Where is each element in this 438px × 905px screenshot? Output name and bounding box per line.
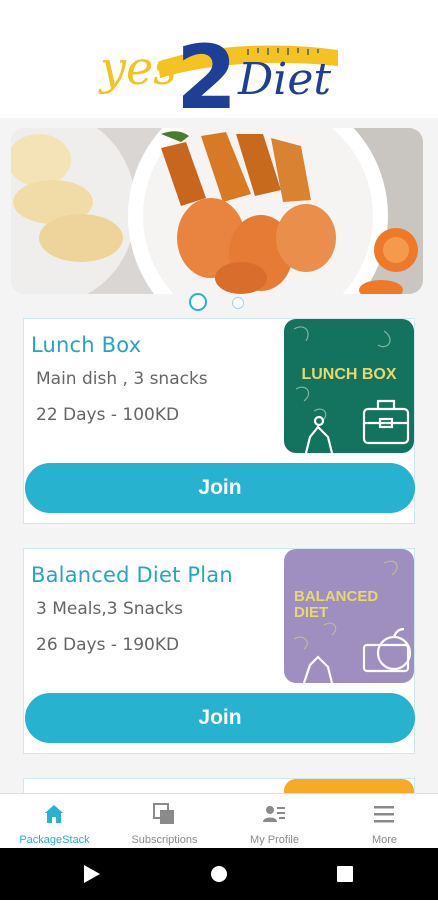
logo-diet-text: Diet: [237, 54, 331, 105]
package-image-balanced-diet: BALANCED DIET: [284, 549, 414, 683]
tab-label: Subscriptions: [131, 834, 198, 846]
app-header: yes 2 Diet: [0, 0, 438, 119]
carousel-slide-image[interactable]: [11, 128, 423, 294]
tab-packagestack[interactable]: PackageStack: [0, 794, 109, 849]
package-description: 3 Meals,3 Snacks: [36, 599, 183, 619]
yes2diet-logo: yes 2 Diet: [98, 26, 338, 114]
back-icon[interactable]: [84, 865, 100, 883]
balanced-image-label-line2: DIET: [294, 604, 328, 621]
tab-label: My Profile: [250, 834, 299, 846]
package-title: Balanced Diet Plan: [31, 563, 233, 587]
tab-subscriptions[interactable]: Subscriptions: [110, 794, 219, 849]
tab-more[interactable]: More: [330, 794, 438, 849]
package-image-lunch-box: LUNCH BOX: [284, 319, 414, 453]
logo-number-text: 2: [176, 26, 237, 114]
join-button-balanced-diet[interactable]: Join: [25, 693, 415, 743]
menu-icon: [374, 806, 394, 823]
package-card-lunch-box[interactable]: Lunch Box Main dish , 3 snacks 22 Days -…: [23, 318, 415, 524]
package-image-partial: [284, 779, 414, 793]
lunch-box-image-label: LUNCH BOX: [301, 366, 396, 383]
package-list[interactable]: Lunch Box Main dish , 3 snacks 22 Days -…: [0, 118, 438, 793]
carousel-indicator: [0, 290, 438, 316]
carousel-dot[interactable]: [232, 297, 244, 309]
package-description: Main dish , 3 snacks: [36, 369, 208, 389]
home-button-icon[interactable]: [211, 866, 227, 882]
package-card-partial[interactable]: [23, 778, 415, 793]
carousel-dot-active[interactable]: [189, 293, 207, 311]
subscriptions-icon: [153, 803, 174, 824]
system-navigation-bar: [0, 848, 438, 900]
package-duration-price: 26 Days - 190KD: [36, 635, 180, 655]
tab-label: More: [371, 834, 398, 846]
profile-icon: [263, 806, 285, 822]
package-duration-price: 22 Days - 100KD: [36, 405, 180, 425]
logo-yes-text: yes: [98, 41, 177, 95]
package-card-balanced-diet[interactable]: Balanced Diet Plan 3 Meals,3 Snacks 26 D…: [23, 548, 415, 754]
balanced-image-label-line1: BALANCED: [294, 588, 378, 605]
tab-label: PackageStack: [19, 834, 90, 846]
join-button-lunch-box[interactable]: Join: [25, 463, 415, 513]
bottom-tab-bar: PackageStack Subscriptions My Profile Mo…: [0, 793, 438, 849]
home-icon: [45, 805, 63, 823]
package-title: Lunch Box: [31, 333, 142, 357]
tab-my-profile[interactable]: My Profile: [220, 794, 329, 849]
recents-icon[interactable]: [337, 866, 353, 882]
